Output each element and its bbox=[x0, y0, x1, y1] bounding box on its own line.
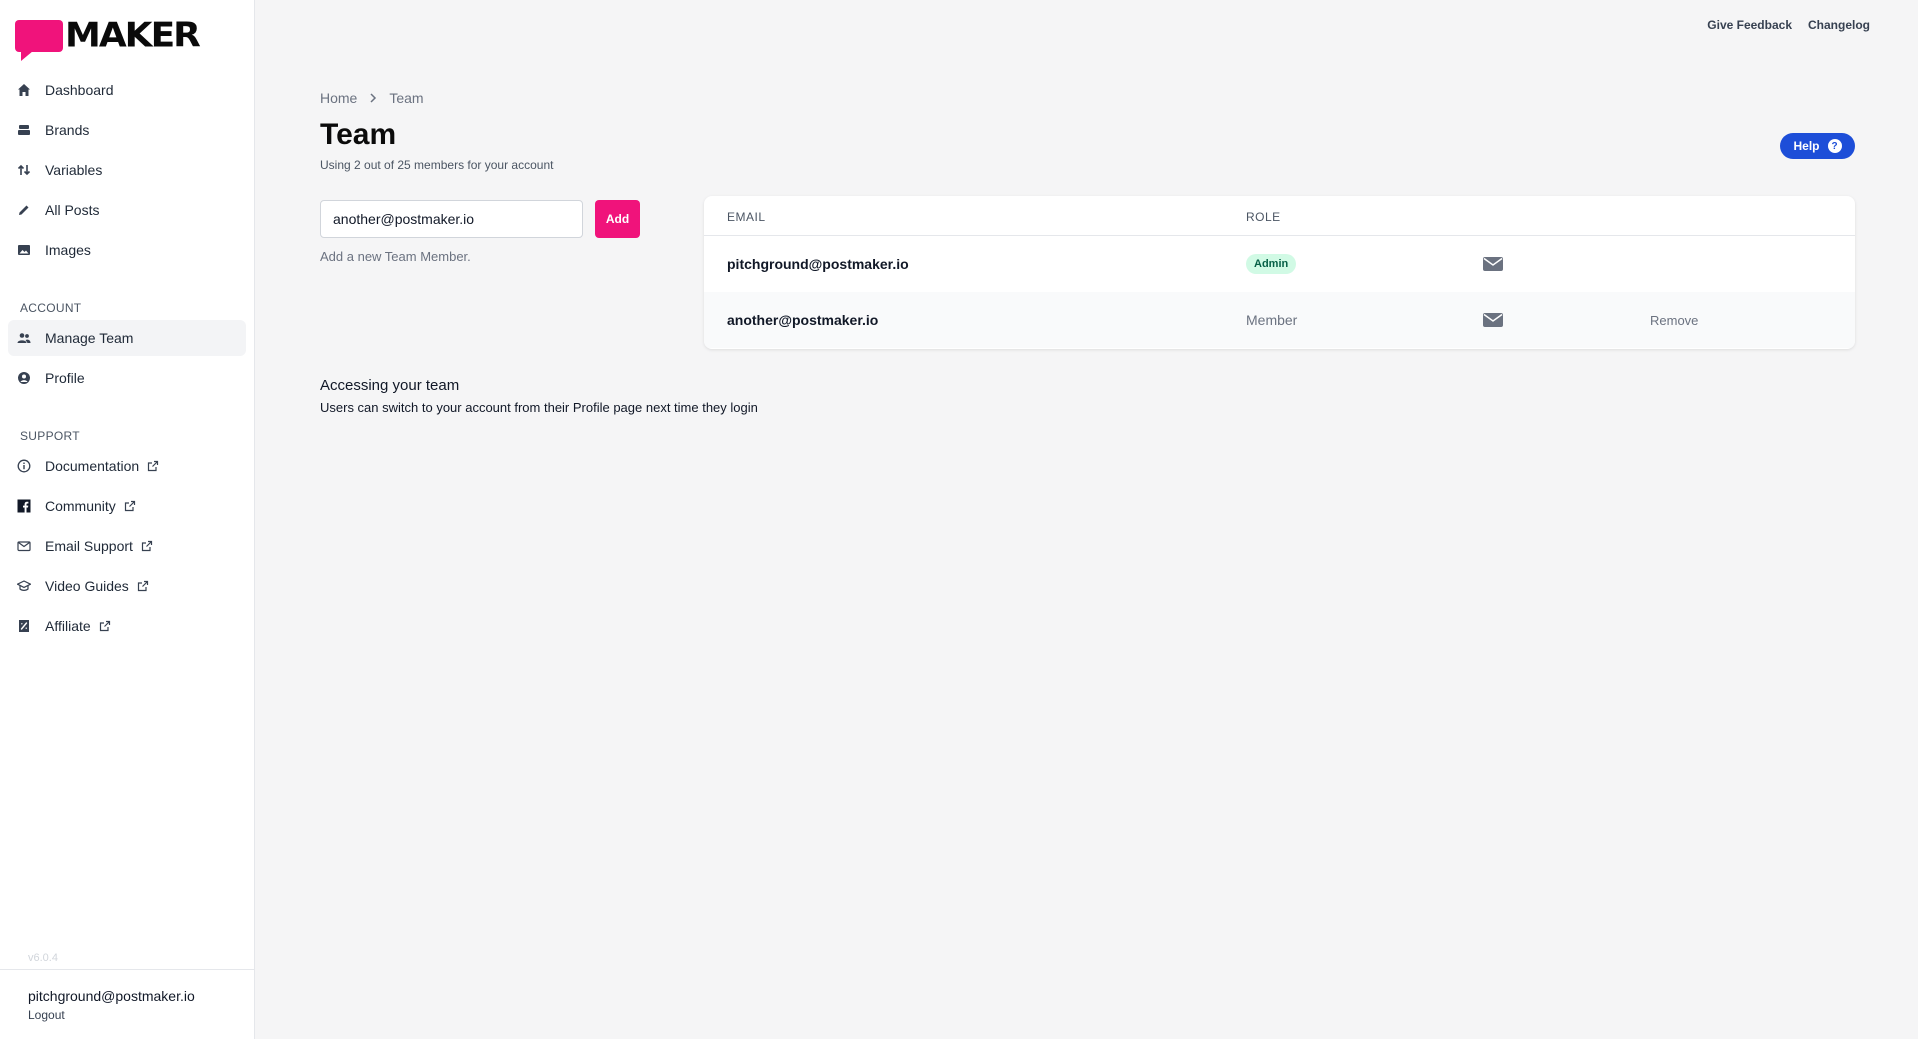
external-link-icon bbox=[99, 620, 111, 632]
breadcrumb: Home Team bbox=[320, 90, 424, 106]
nav-email-support[interactable]: Email Support bbox=[8, 528, 246, 564]
table-row: pitchground@postmaker.io Admin bbox=[704, 236, 1855, 292]
table-header: EMAIL ROLE bbox=[704, 196, 1855, 236]
breadcrumb-team: Team bbox=[389, 90, 424, 106]
nav-all-posts[interactable]: All Posts bbox=[8, 192, 246, 228]
envelope-icon[interactable] bbox=[1483, 236, 1503, 292]
graduation-cap-icon bbox=[17, 579, 31, 593]
envelope-icon[interactable] bbox=[1483, 292, 1503, 348]
help-label: Help bbox=[1793, 139, 1820, 153]
nav-brands[interactable]: Brands bbox=[8, 112, 246, 148]
role-column-header: ROLE bbox=[1246, 210, 1281, 224]
sidebar: MAKER Dashboard Brands Variables All Pos… bbox=[0, 0, 255, 1039]
page-subtitle: Using 2 out of 25 members for your accou… bbox=[320, 158, 554, 172]
image-icon bbox=[17, 243, 31, 257]
changelog-link[interactable]: Changelog bbox=[1808, 18, 1870, 32]
admin-badge: Admin bbox=[1246, 254, 1297, 274]
nav-profile[interactable]: Profile bbox=[8, 360, 246, 396]
logout-link[interactable]: Logout bbox=[28, 1008, 65, 1022]
home-icon bbox=[17, 83, 31, 97]
chevron-right-icon bbox=[369, 93, 377, 103]
info-text: Users can switch to your account from th… bbox=[320, 400, 758, 415]
nav-label: All Posts bbox=[45, 202, 100, 218]
member-email: pitchground@postmaker.io bbox=[727, 256, 909, 272]
speech-bubble-logo-icon bbox=[15, 20, 63, 61]
envelope-icon bbox=[17, 539, 31, 553]
pencil-icon bbox=[17, 203, 31, 217]
remove-member-button[interactable]: Remove bbox=[1650, 292, 1698, 348]
info-title: Accessing your team bbox=[320, 377, 460, 394]
nav-label: Images bbox=[45, 242, 91, 258]
table-row: another@postmaker.io Member Remove bbox=[704, 292, 1855, 348]
nav-dashboard[interactable]: Dashboard bbox=[8, 72, 246, 108]
receipt-icon bbox=[17, 619, 31, 633]
nav-affiliate[interactable]: Affiliate bbox=[8, 608, 246, 644]
facebook-icon bbox=[17, 499, 31, 513]
nav-label: Variables bbox=[45, 162, 103, 178]
member-email: another@postmaker.io bbox=[727, 312, 879, 328]
info-icon bbox=[17, 459, 31, 473]
role-cell: Admin bbox=[1246, 236, 1297, 292]
nav-label: Dashboard bbox=[45, 82, 114, 98]
nav-manage-team[interactable]: Manage Team bbox=[8, 320, 246, 356]
email-column-header: EMAIL bbox=[727, 210, 766, 224]
nav-images[interactable]: Images bbox=[8, 232, 246, 268]
layers-icon bbox=[17, 123, 31, 137]
external-link-icon bbox=[147, 460, 159, 472]
nav-label: Affiliate bbox=[45, 618, 91, 634]
nav-label: Manage Team bbox=[45, 330, 134, 346]
team-member-email-input[interactable] bbox=[320, 200, 583, 238]
external-link-icon bbox=[141, 540, 153, 552]
nav-documentation[interactable]: Documentation bbox=[8, 448, 246, 484]
give-feedback-link[interactable]: Give Feedback bbox=[1707, 18, 1792, 32]
users-icon bbox=[17, 331, 31, 345]
logo-text: MAKER bbox=[65, 16, 201, 55]
page-title: Team bbox=[320, 118, 397, 151]
nav-variables[interactable]: Variables bbox=[8, 152, 246, 188]
external-link-icon bbox=[137, 580, 149, 592]
nav-label: Documentation bbox=[45, 458, 140, 474]
user-email: pitchground@postmaker.io bbox=[28, 988, 195, 1004]
nav-label: Profile bbox=[45, 370, 85, 386]
member-role: Member bbox=[1246, 312, 1298, 328]
add-member-button[interactable]: Add bbox=[595, 200, 640, 238]
account-section-label: ACCOUNT bbox=[20, 301, 82, 315]
question-mark-icon: ? bbox=[1827, 139, 1842, 153]
maker-logo[interactable]: MAKER bbox=[15, 16, 201, 61]
top-links: Give Feedback Changelog bbox=[1707, 18, 1870, 32]
nav-video-guides[interactable]: Video Guides bbox=[8, 568, 246, 604]
user-panel: pitchground@postmaker.io Logout bbox=[0, 969, 255, 1039]
nav-label: Brands bbox=[45, 122, 90, 138]
app-version: v6.0.4 bbox=[28, 952, 58, 964]
add-member-hint: Add a new Team Member. bbox=[320, 249, 471, 264]
user-circle-icon bbox=[17, 371, 31, 385]
swap-arrows-icon bbox=[17, 163, 31, 177]
nav-community[interactable]: Community bbox=[8, 488, 246, 524]
nav-label: Video Guides bbox=[45, 578, 129, 594]
external-link-icon bbox=[124, 500, 136, 512]
nav-label: Email Support bbox=[45, 538, 133, 554]
team-members-table: EMAIL ROLE pitchground@postmaker.io Admi… bbox=[704, 196, 1855, 349]
nav-label: Community bbox=[45, 498, 116, 514]
breadcrumb-home[interactable]: Home bbox=[320, 90, 357, 106]
support-section-label: SUPPORT bbox=[20, 429, 80, 443]
help-button[interactable]: Help ? bbox=[1780, 133, 1855, 159]
